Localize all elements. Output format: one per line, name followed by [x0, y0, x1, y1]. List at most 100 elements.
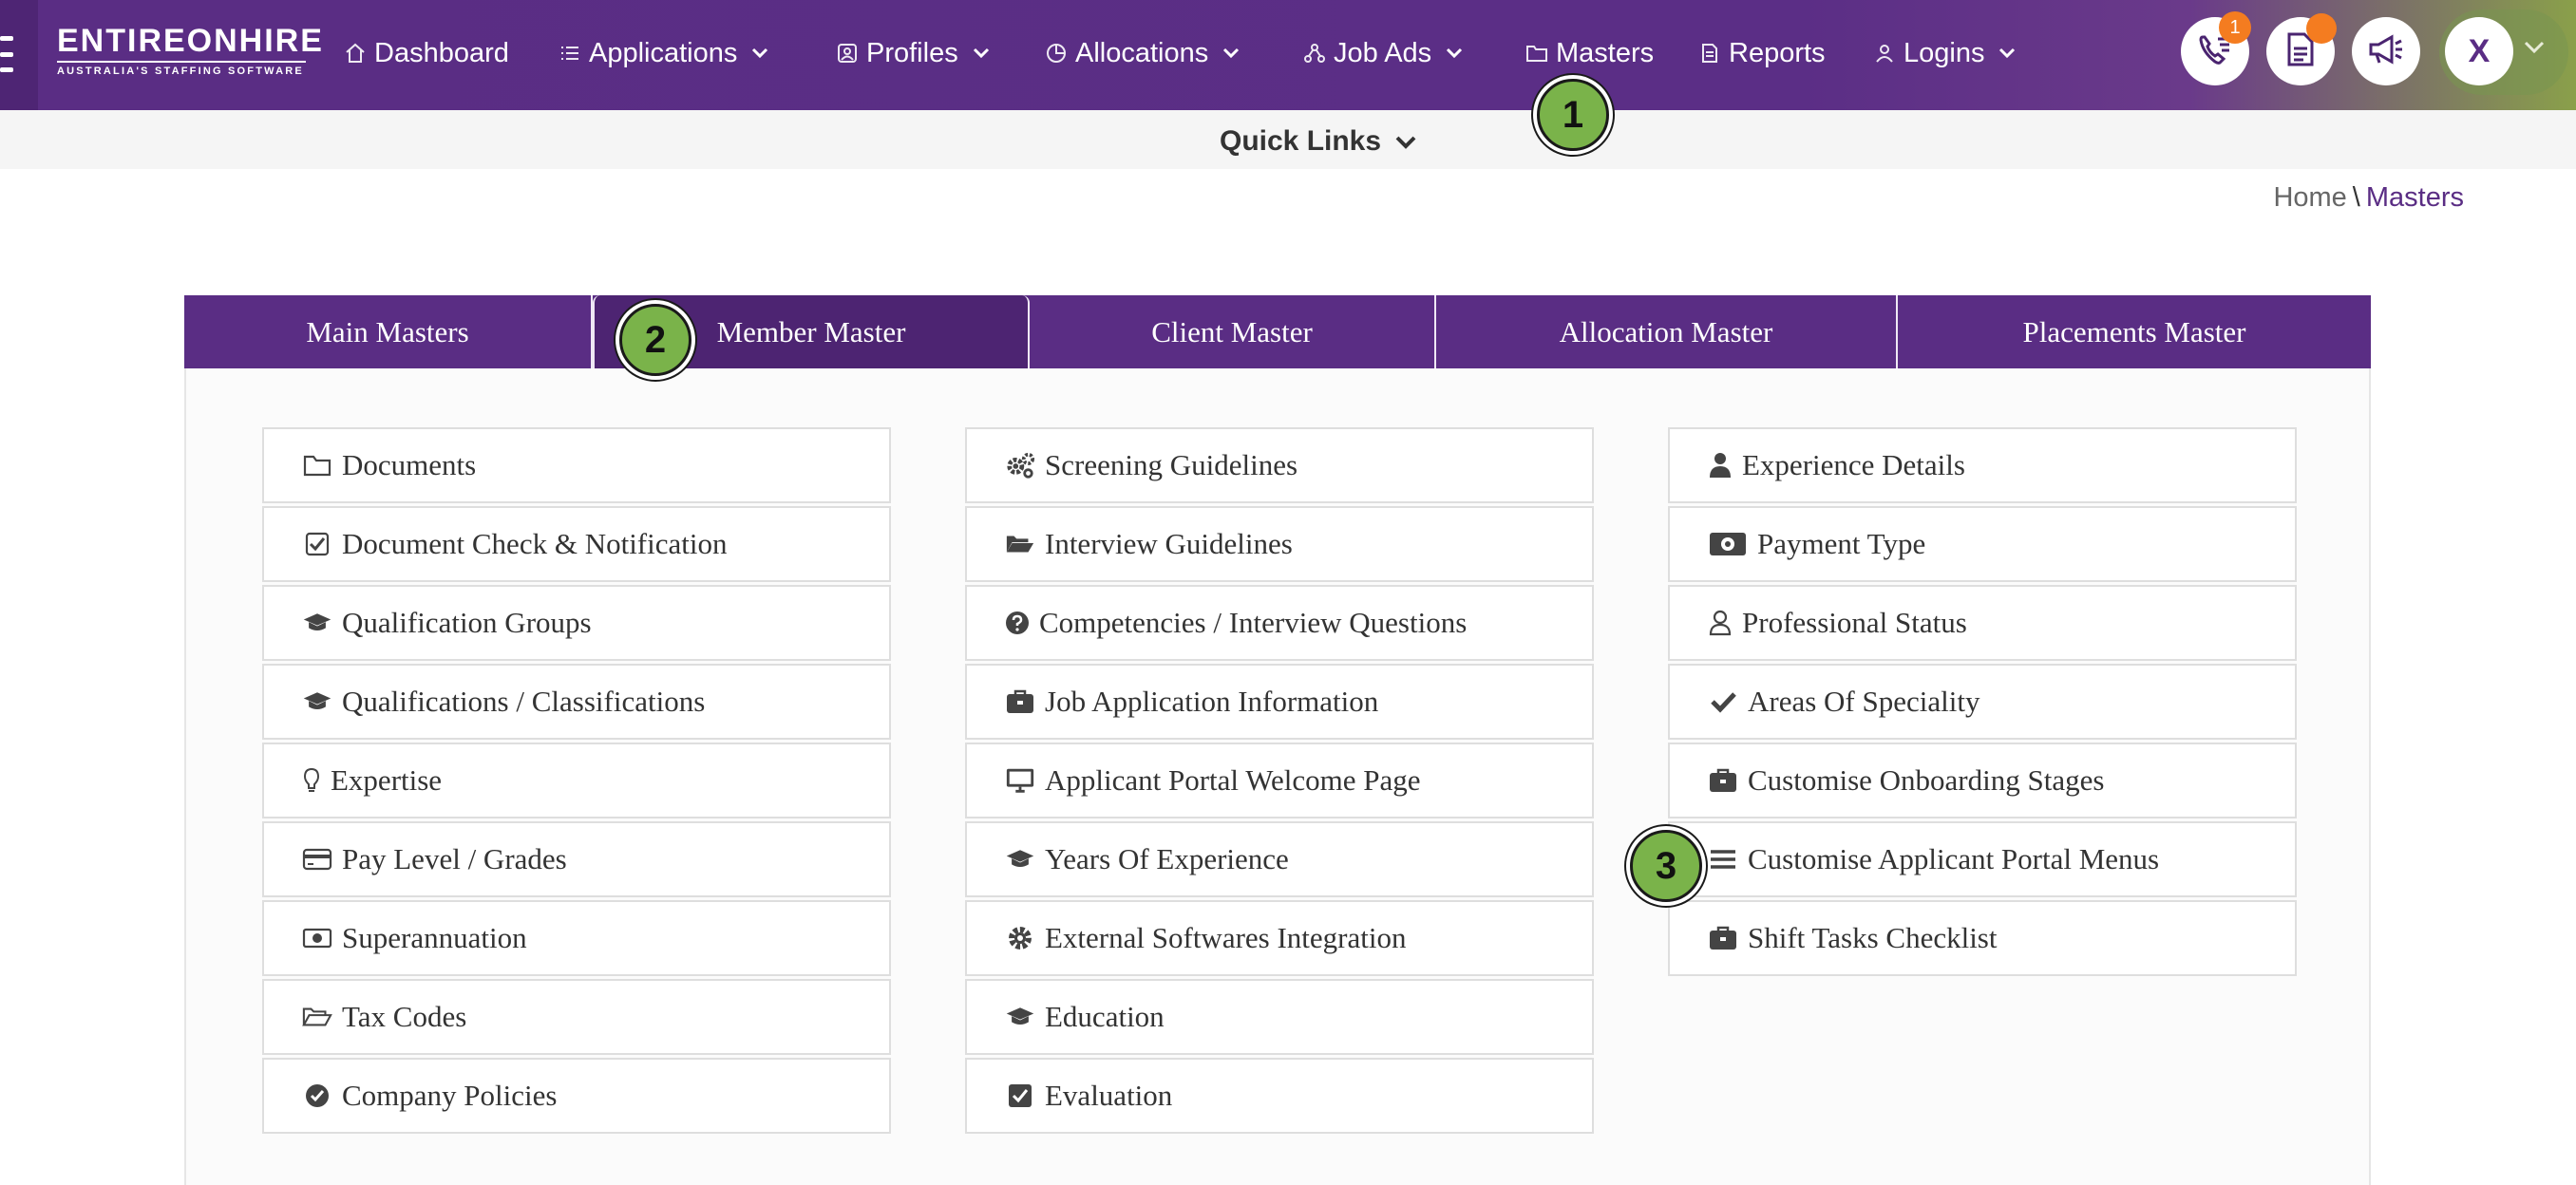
master-item-external-integration[interactable]: External Softwares Integration	[965, 900, 1594, 976]
briefcase-icon	[1708, 766, 1738, 795]
folder-open-icon	[302, 1003, 332, 1031]
master-item-portal-welcome-page[interactable]: Applicant Portal Welcome Page	[965, 743, 1594, 818]
master-item-label: Expertise	[331, 763, 443, 797]
breadcrumb-separator: \	[2352, 182, 2360, 213]
step-marker-2: 2	[619, 304, 691, 376]
logo-tagline: AUSTRALIA'S STAFFING SOFTWARE	[57, 61, 306, 77]
master-item-onboarding-stages[interactable]: Customise Onboarding Stages	[1668, 743, 2297, 818]
master-item-label: Interview Guidelines	[1045, 527, 1293, 560]
user-icon	[1708, 451, 1733, 480]
nav-job-ads[interactable]: Job Ads	[1303, 28, 1466, 78]
master-item-tax-codes[interactable]: Tax Codes	[262, 979, 891, 1055]
nav-reports[interactable]: Reports	[1698, 28, 1826, 78]
chevron-down-icon	[1998, 43, 2018, 64]
master-list-column-3: Experience Details Payment Type Professi…	[1668, 427, 2297, 979]
master-list-column-2: Screening Guidelines Interview Guideline…	[965, 427, 1594, 1137]
briefcase-icon	[1708, 924, 1738, 952]
master-item-label: Customise Applicant Portal Menus	[1748, 842, 2160, 875]
step-marker-3: 3	[1630, 830, 1702, 902]
announcements-button[interactable]	[2352, 17, 2420, 85]
graduation-cap-icon	[1005, 845, 1035, 874]
master-item-experience-details[interactable]: Experience Details	[1668, 427, 2297, 503]
user-menu-chevron-icon[interactable]	[2523, 40, 2546, 60]
master-item-label: Qualification Groups	[342, 606, 592, 639]
nav-reports-label: Reports	[1729, 37, 1826, 68]
master-item-shift-tasks-checklist[interactable]: Shift Tasks Checklist	[1668, 900, 2297, 976]
top-navbar: ENTIREONHIRE AUSTRALIA'S STAFFING SOFTWA…	[0, 0, 2576, 110]
master-item-qualification-groups[interactable]: Qualification Groups	[262, 585, 891, 661]
master-item-screening-guidelines[interactable]: Screening Guidelines	[965, 427, 1594, 503]
master-item-label: Years Of Experience	[1045, 842, 1289, 875]
user-icon	[1873, 42, 1896, 65]
master-item-document-check[interactable]: Document Check & Notification	[262, 506, 891, 582]
master-item-label: Experience Details	[1742, 448, 1965, 481]
breadcrumb: Home \ Masters	[2273, 182, 2464, 214]
master-item-areas-of-speciality[interactable]: Areas Of Speciality	[1668, 664, 2297, 740]
quick-links-label: Quick Links	[1220, 125, 1382, 157]
hamburger-menu-icon[interactable]	[0, 36, 13, 72]
master-item-applicant-portal-menus[interactable]: Customise Applicant Portal Menus	[1668, 821, 2297, 897]
nav-profiles-label: Profiles	[866, 37, 958, 68]
master-item-label: Education	[1045, 1000, 1165, 1033]
master-item-interview-guidelines[interactable]: Interview Guidelines	[965, 506, 1594, 582]
tab-client-master[interactable]: Client Master	[1030, 295, 1436, 368]
master-tabs: Main Masters Member Master Client Master…	[184, 295, 2371, 368]
check-square-icon	[302, 530, 332, 558]
master-item-label: External Softwares Integration	[1045, 921, 1407, 954]
master-item-qualifications[interactable]: Qualifications / Classifications	[262, 664, 891, 740]
master-item-label: Customise Onboarding Stages	[1748, 763, 2105, 797]
tab-allocation-master[interactable]: Allocation Master	[1436, 295, 1898, 368]
nav-dashboard[interactable]: Dashboard	[344, 28, 509, 78]
master-item-label: Competencies / Interview Questions	[1039, 606, 1468, 639]
master-list-column-1: Documents Document Check & Notification …	[262, 427, 891, 1137]
pie-chart-icon	[1045, 42, 1068, 65]
avatar[interactable]: X	[2445, 17, 2513, 85]
master-item-label: Professional Status	[1742, 606, 1967, 639]
chevron-down-icon	[1445, 43, 1466, 64]
chevron-down-icon	[1394, 125, 1417, 158]
master-item-competencies[interactable]: Competencies / Interview Questions	[965, 585, 1594, 661]
master-item-label: Tax Codes	[342, 1000, 467, 1033]
nav-applications[interactable]: Applications	[559, 28, 771, 78]
nav-profiles[interactable]: Profiles	[836, 28, 993, 78]
check-circle-icon	[302, 1082, 332, 1110]
master-item-payment-type[interactable]: Payment Type	[1668, 506, 2297, 582]
quick-links-toggle[interactable]: Quick Links	[1220, 118, 1417, 165]
nav-masters-label: Masters	[1556, 37, 1655, 68]
bars-icon	[1708, 845, 1738, 874]
tab-main-masters[interactable]: Main Masters	[184, 295, 593, 368]
master-item-label: Screening Guidelines	[1045, 448, 1298, 481]
breadcrumb-home[interactable]: Home	[2273, 182, 2346, 213]
nav-allocations[interactable]: Allocations	[1045, 28, 1242, 78]
logo-text: ENTIREONHIRE	[57, 23, 324, 59]
chevron-down-icon	[750, 43, 771, 64]
nav-logins[interactable]: Logins	[1873, 28, 2018, 78]
nav-allocations-label: Allocations	[1075, 37, 1209, 68]
tab-placements-master[interactable]: Placements Master	[1898, 295, 2371, 368]
master-item-company-policies[interactable]: Company Policies	[262, 1058, 891, 1134]
master-item-label: Documents	[342, 448, 477, 481]
breadcrumb-current[interactable]: Masters	[2366, 182, 2464, 213]
master-item-superannuation[interactable]: Superannuation	[262, 900, 891, 976]
notes-dot-badge	[2306, 13, 2337, 44]
master-item-label: Job Application Information	[1045, 685, 1379, 718]
nav-logins-label: Logins	[1904, 37, 1985, 68]
master-item-job-application-info[interactable]: Job Application Information	[965, 664, 1594, 740]
cogs-icon	[1005, 451, 1035, 480]
master-item-professional-status[interactable]: Professional Status	[1668, 585, 2297, 661]
question-circle-icon	[1005, 609, 1030, 637]
master-item-documents[interactable]: Documents	[262, 427, 891, 503]
master-item-education[interactable]: Education	[965, 979, 1594, 1055]
app-logo[interactable]: ENTIREONHIRE AUSTRALIA'S STAFFING SOFTWA…	[57, 23, 324, 78]
graduation-cap-icon	[1005, 1003, 1035, 1031]
master-item-label: Shift Tasks Checklist	[1748, 921, 1998, 954]
nav-job-ads-label: Job Ads	[1334, 37, 1432, 68]
nav-masters[interactable]: Masters	[1525, 28, 1654, 78]
profile-icon	[836, 42, 859, 65]
megaphone-icon	[2367, 32, 2405, 71]
master-item-expertise[interactable]: Expertise	[262, 743, 891, 818]
master-item-evaluation[interactable]: Evaluation	[965, 1058, 1594, 1134]
master-item-years-of-experience[interactable]: Years Of Experience	[965, 821, 1594, 897]
master-item-pay-level[interactable]: Pay Level / Grades	[262, 821, 891, 897]
desktop-icon	[1005, 766, 1035, 795]
